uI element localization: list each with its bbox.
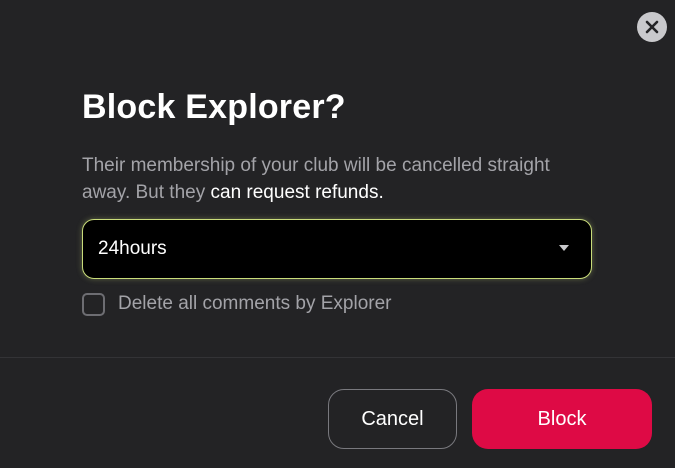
delete-comments-checkbox[interactable] — [82, 292, 105, 316]
delete-comments-label: Delete all comments by Explorer — [118, 293, 392, 314]
close-button[interactable] — [637, 12, 667, 42]
caret-down-icon — [559, 245, 569, 251]
duration-select-value: 24hours — [98, 238, 167, 259]
dialog-description: Their membership of your club will be ca… — [82, 152, 582, 206]
footer-divider — [0, 357, 675, 358]
block-user-dialog: Block Explorer? Their membership of your… — [0, 0, 675, 468]
dialog-title: Block Explorer? — [82, 88, 346, 126]
duration-select[interactable]: 24hours — [82, 219, 592, 279]
delete-comments-option[interactable]: Delete all comments by Explorer — [82, 292, 392, 316]
close-icon — [645, 20, 659, 34]
request-refunds-link[interactable]: can request refunds. — [211, 182, 384, 203]
block-button[interactable]: Block — [472, 389, 652, 449]
cancel-button[interactable]: Cancel — [328, 389, 457, 449]
